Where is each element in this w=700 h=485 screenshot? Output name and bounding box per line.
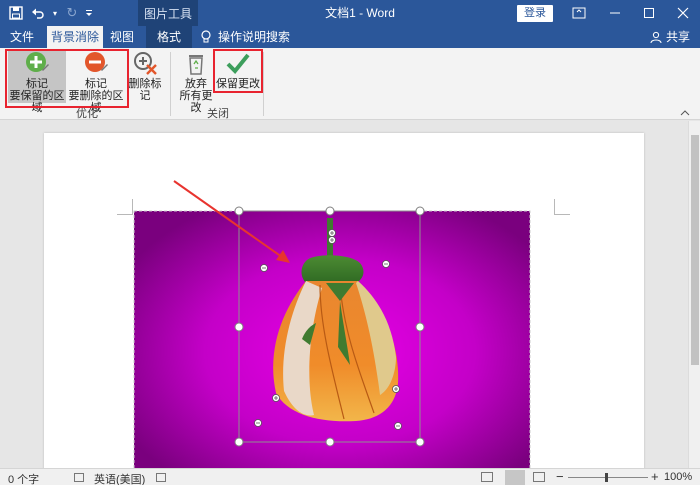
undo-icon[interactable] xyxy=(28,4,48,22)
zoom-level[interactable]: 100% xyxy=(664,471,692,483)
minimize-icon[interactable] xyxy=(598,0,632,26)
group-label-optimize: 优化 xyxy=(76,108,98,120)
tab-format[interactable]: 格式 xyxy=(146,26,192,48)
close-icon[interactable] xyxy=(666,0,700,26)
resize-handle[interactable] xyxy=(415,437,425,447)
share-label: 共享 xyxy=(665,30,690,44)
red-highlight-keep xyxy=(213,49,263,93)
ribbon-display-options-icon[interactable] xyxy=(562,0,596,26)
document-area xyxy=(0,121,700,468)
web-layout-icon[interactable] xyxy=(533,472,545,482)
group-label-close: 关闭 xyxy=(207,108,229,120)
zoom-out-icon[interactable]: − xyxy=(556,469,564,484)
zoom-slider-thumb[interactable] xyxy=(605,473,608,482)
print-layout-icon[interactable] xyxy=(505,470,525,485)
share-button[interactable]: 共享 xyxy=(650,26,690,48)
save-icon[interactable] xyxy=(6,4,26,22)
ribbon: 标记 要保留的区域 标记 要删除的区域 删除标记 优化 放弃 所有更改 保留更改… xyxy=(0,48,700,120)
proofing-icon[interactable] xyxy=(74,473,84,482)
lightbulb-icon xyxy=(201,30,211,43)
resize-handle[interactable] xyxy=(415,206,425,216)
delete-mark-button[interactable]: 删除标记 xyxy=(124,50,166,102)
title-bar: ▾ ↻ 图片工具 文档1 - Word 登录 xyxy=(0,0,700,26)
redo-icon[interactable]: ↻ xyxy=(62,4,82,22)
discard-label-1: 放弃 xyxy=(185,78,207,90)
document-page[interactable] xyxy=(44,133,644,468)
vertical-scrollbar[interactable] xyxy=(688,121,700,468)
tab-background-removal[interactable]: 背景消除 xyxy=(47,26,103,48)
undo-dropdown-icon[interactable]: ▾ xyxy=(50,4,60,22)
tell-me-search[interactable]: 操作说明搜索 xyxy=(200,26,290,48)
image-canvas xyxy=(133,180,531,468)
tell-me-label: 操作说明搜索 xyxy=(218,30,291,44)
group-separator xyxy=(170,52,171,116)
zoom-slider[interactable] xyxy=(568,477,648,478)
zoom-in-icon[interactable]: + xyxy=(651,469,659,484)
recycle-bin-icon xyxy=(189,55,203,75)
collapse-ribbon-icon[interactable] xyxy=(680,108,690,119)
read-mode-icon[interactable] xyxy=(481,472,493,482)
delete-mark-label: 删除标记 xyxy=(128,78,162,102)
customize-qat-icon[interactable] xyxy=(84,4,94,22)
language[interactable]: 英语(美国) xyxy=(94,471,145,485)
picture-tools-context-title: 图片工具 xyxy=(138,0,198,26)
person-icon xyxy=(650,31,662,43)
group-separator xyxy=(263,52,264,116)
resize-handle[interactable] xyxy=(325,437,335,447)
red-highlight-optimize xyxy=(5,49,129,108)
tab-view[interactable]: 视图 xyxy=(104,26,140,48)
scrollbar-thumb[interactable] xyxy=(691,135,699,365)
resize-handle[interactable] xyxy=(415,322,425,332)
word-count[interactable]: 0 个字 xyxy=(8,471,39,485)
ribbon-tab-row: 文件 背景消除 视图 格式 操作说明搜索 共享 xyxy=(0,26,700,48)
status-bar: 0 个字 英语(美国) − + 100% xyxy=(0,468,700,485)
document-title: 文档1 - Word xyxy=(325,6,395,20)
resize-handle[interactable] xyxy=(234,322,244,332)
resize-handle[interactable] xyxy=(234,437,244,447)
rotate-handle[interactable] xyxy=(325,206,335,216)
tab-file[interactable]: 文件 xyxy=(4,26,40,48)
login-button[interactable]: 登录 xyxy=(517,5,553,22)
maximize-icon[interactable] xyxy=(632,0,666,26)
macro-icon[interactable] xyxy=(156,473,166,482)
resize-handle[interactable] xyxy=(234,206,244,216)
delete-mark-icon xyxy=(134,52,157,75)
quick-access-toolbar: ▾ ↻ xyxy=(6,4,94,22)
